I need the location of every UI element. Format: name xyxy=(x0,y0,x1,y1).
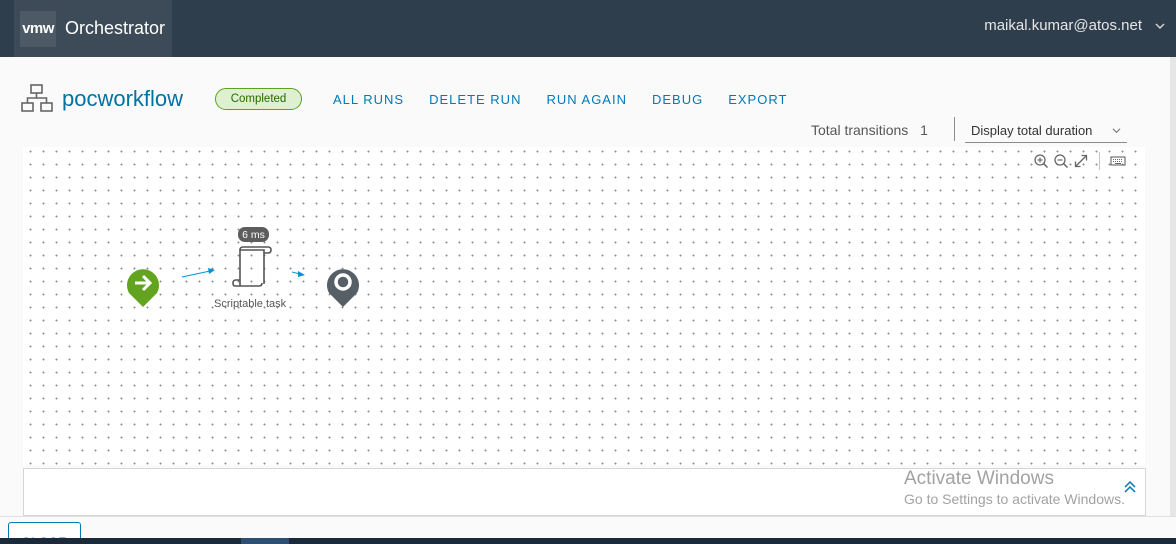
keyboard-icon[interactable] xyxy=(1110,153,1126,169)
chevron-down-icon[interactable] xyxy=(1154,20,1166,32)
duration-badge: 6 ms xyxy=(238,227,269,242)
duration-select-value: Display total duration xyxy=(971,123,1093,138)
os-taskbar xyxy=(0,538,1176,544)
duration-select[interactable]: Display total duration xyxy=(965,120,1127,143)
action-bar: ALL RUNS DELETE RUN RUN AGAIN DEBUG EXPO… xyxy=(333,92,812,107)
taskbar-active-item[interactable] xyxy=(241,538,289,544)
watermark-subtitle: Go to Settings to activate Windows. xyxy=(904,491,1125,507)
vmw-logo: vmw xyxy=(20,10,56,47)
footer xyxy=(0,516,1176,538)
top-header: vmw Orchestrator maikal.kumar@atos.net xyxy=(0,0,1176,57)
workflow-icon xyxy=(21,84,53,112)
user-menu[interactable]: maikal.kumar@atos.net xyxy=(984,17,1142,34)
transitions-count: 1 xyxy=(920,122,928,138)
app-title: Orchestrator xyxy=(65,18,166,38)
task-label: Scriptable task xyxy=(214,298,287,310)
transitions-label: Total transitions xyxy=(811,122,909,138)
workflow-canvas[interactable] xyxy=(23,147,1145,465)
divider xyxy=(954,117,955,141)
scrollbar[interactable] xyxy=(1170,57,1176,517)
canvas-toolbar xyxy=(1033,152,1126,170)
double-chevron-up-icon[interactable] xyxy=(1123,480,1137,494)
fit-to-screen-icon[interactable] xyxy=(1073,153,1089,169)
brand-area[interactable]: vmw Orchestrator xyxy=(14,0,172,57)
start-node-icon[interactable] xyxy=(125,266,161,308)
status-badge: Completed xyxy=(215,88,302,110)
end-node-icon[interactable] xyxy=(325,266,361,308)
debug-button[interactable]: DEBUG xyxy=(652,92,703,107)
zoom-out-icon[interactable] xyxy=(1053,153,1069,169)
workflow-name: pocworkflow xyxy=(62,86,184,111)
scriptable-task-icon[interactable] xyxy=(232,246,272,288)
run-again-button[interactable]: RUN AGAIN xyxy=(546,92,627,107)
export-button[interactable]: EXPORT xyxy=(728,92,787,107)
all-runs-button[interactable]: ALL RUNS xyxy=(333,92,404,107)
transitions-info: Total transitions 1 xyxy=(811,122,928,138)
delete-run-button[interactable]: DELETE RUN xyxy=(429,92,521,107)
toolbar-divider xyxy=(1099,152,1100,170)
watermark-title: Activate Windows xyxy=(904,468,1054,489)
zoom-in-icon[interactable] xyxy=(1033,153,1049,169)
chevron-down-icon xyxy=(1112,128,1121,134)
